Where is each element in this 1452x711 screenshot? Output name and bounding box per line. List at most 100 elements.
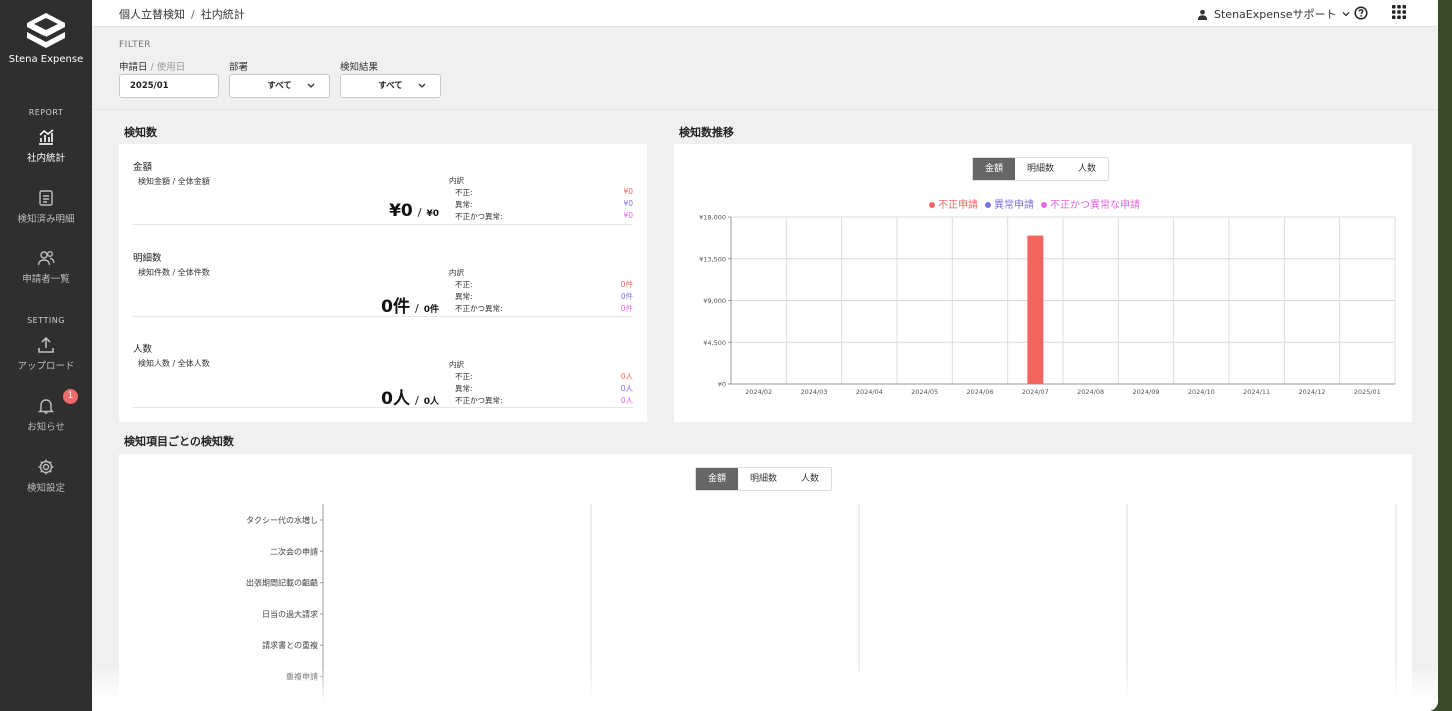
tab-people[interactable]: 人数 — [1066, 158, 1108, 180]
sidebar-item-label: アップロード — [17, 361, 75, 372]
category-label: 日当の過大請求 — [262, 609, 318, 619]
people-detected: 0人 — [381, 389, 411, 409]
help-icon[interactable] — [1354, 6, 1368, 20]
amount-breakdown: 内訳 不正: ¥0 異常: ¥0 不正かつ異常: ¥0 — [449, 175, 633, 223]
sidebar-item-applicants[interactable]: 申請者一覧 — [0, 249, 92, 285]
bell-icon — [37, 399, 55, 414]
chevron-down-icon — [1343, 12, 1350, 17]
sidebar-item-upload[interactable]: アップロード — [0, 336, 92, 372]
items-value: 0件/0件 — [381, 297, 439, 317]
x-tick-label: 2024/03 — [800, 388, 827, 396]
breakdown-head: 内訳 — [449, 176, 464, 185]
breakdown-head: 内訳 — [449, 268, 464, 277]
trend-section-title: 検知数推移 — [679, 126, 734, 139]
date-filter-title: 申請日 / 使用日 — [119, 59, 185, 73]
chart-icon — [39, 129, 54, 145]
user-name: StenaExpenseサポート — [1214, 8, 1337, 21]
amount-subtitle: 検知金額 / 全体金額 — [138, 177, 210, 186]
date-type-used[interactable]: 使用日 — [157, 62, 186, 73]
sidebar-item-label: 検知設定 — [26, 483, 65, 494]
sidebar: Stena Expense REPORT 社内統計 検知済み明細 申請者一覧 S… — [0, 0, 92, 711]
legend-item-abnormal[interactable]: 異常申請 — [985, 196, 1034, 211]
date-type-separator: / — [150, 62, 154, 73]
x-tick-label: 2024/05 — [911, 388, 938, 396]
people-breakdown: 内訳 不正: 0人 異常: 0人 不正かつ異常: 0人 — [449, 359, 633, 407]
result-select-value: すべて — [378, 81, 403, 91]
sidebar-item-label: お知らせ — [27, 422, 65, 433]
tab-amount[interactable]: 金額 — [973, 158, 1016, 180]
category-label: 出張期間記載の齟齬 — [246, 578, 318, 588]
people-value: 0人/0人 — [381, 389, 439, 409]
trend-card: 金額 明細数 人数 不正申請 異常申請 不正かつ異常な申請 ¥0 ¥4,500 ¥9… — [674, 144, 1412, 422]
sidebar-item-label: 検知済み明細 — [17, 214, 75, 225]
breakdown-row-fraud: 不正: 0件 — [455, 280, 633, 289]
upload-icon — [38, 336, 54, 353]
sidebar-item-label: 申請者一覧 — [22, 274, 70, 285]
breakdown-head: 内訳 — [449, 360, 464, 369]
legend-item-both[interactable]: 不正かつ異常な申請 — [1041, 196, 1140, 211]
items-subtitle: 検知件数 / 全体件数 — [138, 268, 210, 277]
date-type-applied[interactable]: 申請日 — [119, 62, 148, 73]
items-title: 明細数 — [133, 253, 162, 264]
items-breakdown: 内訳 不正: 0件 異常: 0件 不正かつ異常: 0件 — [449, 267, 633, 315]
top-header: 個人立替検知 / 社内統計 StenaExpenseサポート — [92, 0, 1438, 27]
breakdown-row-fraud: 不正: 0人 — [455, 372, 633, 381]
gear-icon — [38, 459, 54, 475]
breakdown-row-abnormal: 異常: 0件 — [455, 292, 633, 301]
dept-select[interactable]: すべて — [229, 74, 330, 98]
items-detected: 0件 — [381, 297, 411, 317]
trend-legend: 不正申請 異常申請 不正かつ異常な申請 — [929, 196, 1140, 211]
breakdown-row-both: 不正かつ異常: 0件 — [455, 304, 633, 313]
divider — [133, 224, 633, 225]
document-icon — [39, 190, 53, 206]
people-total: 0人 — [423, 397, 439, 407]
by-item-section-title: 検知項目ごとの検知数 — [124, 435, 234, 448]
users-icon — [37, 251, 55, 266]
user-menu[interactable]: StenaExpenseサポート — [1197, 6, 1350, 22]
bar — [1027, 235, 1044, 384]
tab-items[interactable]: 明細数 — [1015, 158, 1066, 180]
x-tick-label: 2025/01 — [1354, 388, 1381, 396]
date-input[interactable]: 2025/01 — [119, 74, 219, 98]
items-total: 0件 — [423, 305, 439, 315]
breakdown-row-both: 不正かつ異常: 0人 — [455, 396, 633, 405]
y-tick-label: ¥4,500 — [703, 339, 726, 347]
amount-title: 金額 — [133, 162, 153, 173]
notification-badge: 1 — [63, 389, 78, 404]
sidebar-item-detection-settings[interactable]: 検知設定 — [0, 458, 92, 494]
sidebar-item-label: 社内統計 — [26, 153, 65, 164]
divider — [133, 316, 633, 317]
overlay-patch — [800, 671, 1032, 711]
bottom-fade — [92, 665, 1438, 711]
breadcrumb-separator: / — [191, 8, 195, 21]
app-window: Stena Expense REPORT 社内統計 検知済み明細 申請者一覧 S… — [0, 0, 1438, 711]
logo[interactable]: Stena Expense — [0, 12, 92, 65]
x-tick-label: 2024/06 — [966, 388, 993, 396]
legend-item-fraud[interactable]: 不正申請 — [929, 196, 978, 211]
counts-section-title: 検知数 — [124, 126, 157, 139]
trend-tabs: 金額 明細数 人数 — [972, 157, 1110, 181]
user-icon — [1197, 9, 1208, 20]
result-select[interactable]: すべて — [340, 74, 441, 98]
x-tick-label: 2024/04 — [856, 388, 883, 396]
apps-grid-icon[interactable] — [1392, 5, 1406, 19]
breakdown-row-abnormal: 異常: 0人 — [455, 384, 633, 393]
stena-logo-icon — [27, 13, 65, 48]
x-tick-label: 2024/02 — [745, 388, 772, 396]
breadcrumb: 個人立替検知 / 社内統計 — [119, 6, 245, 22]
breadcrumb-parent[interactable]: 個人立替検知 — [119, 8, 185, 21]
logo-text: Stena Expense — [8, 54, 84, 65]
x-tick-label: 2024/10 — [1188, 388, 1215, 396]
category-label: タクシー代の水増し — [246, 515, 318, 525]
x-tick-label: 2024/12 — [1298, 388, 1325, 396]
sidebar-item-notifications[interactable]: 1 お知らせ — [0, 389, 92, 433]
dept-select-value: すべて — [267, 81, 292, 91]
result-filter-title: 検知結果 — [340, 62, 379, 73]
sidebar-item-detected[interactable]: 検知済み明細 — [0, 189, 92, 225]
chevron-down-icon — [307, 83, 315, 88]
sidebar-item-stats[interactable]: 社内統計 — [0, 128, 92, 164]
breadcrumb-current: 社内統計 — [200, 8, 245, 21]
x-tick-label: 2024/09 — [1132, 388, 1159, 396]
dept-filter-title: 部署 — [229, 62, 249, 73]
divider — [133, 407, 633, 408]
